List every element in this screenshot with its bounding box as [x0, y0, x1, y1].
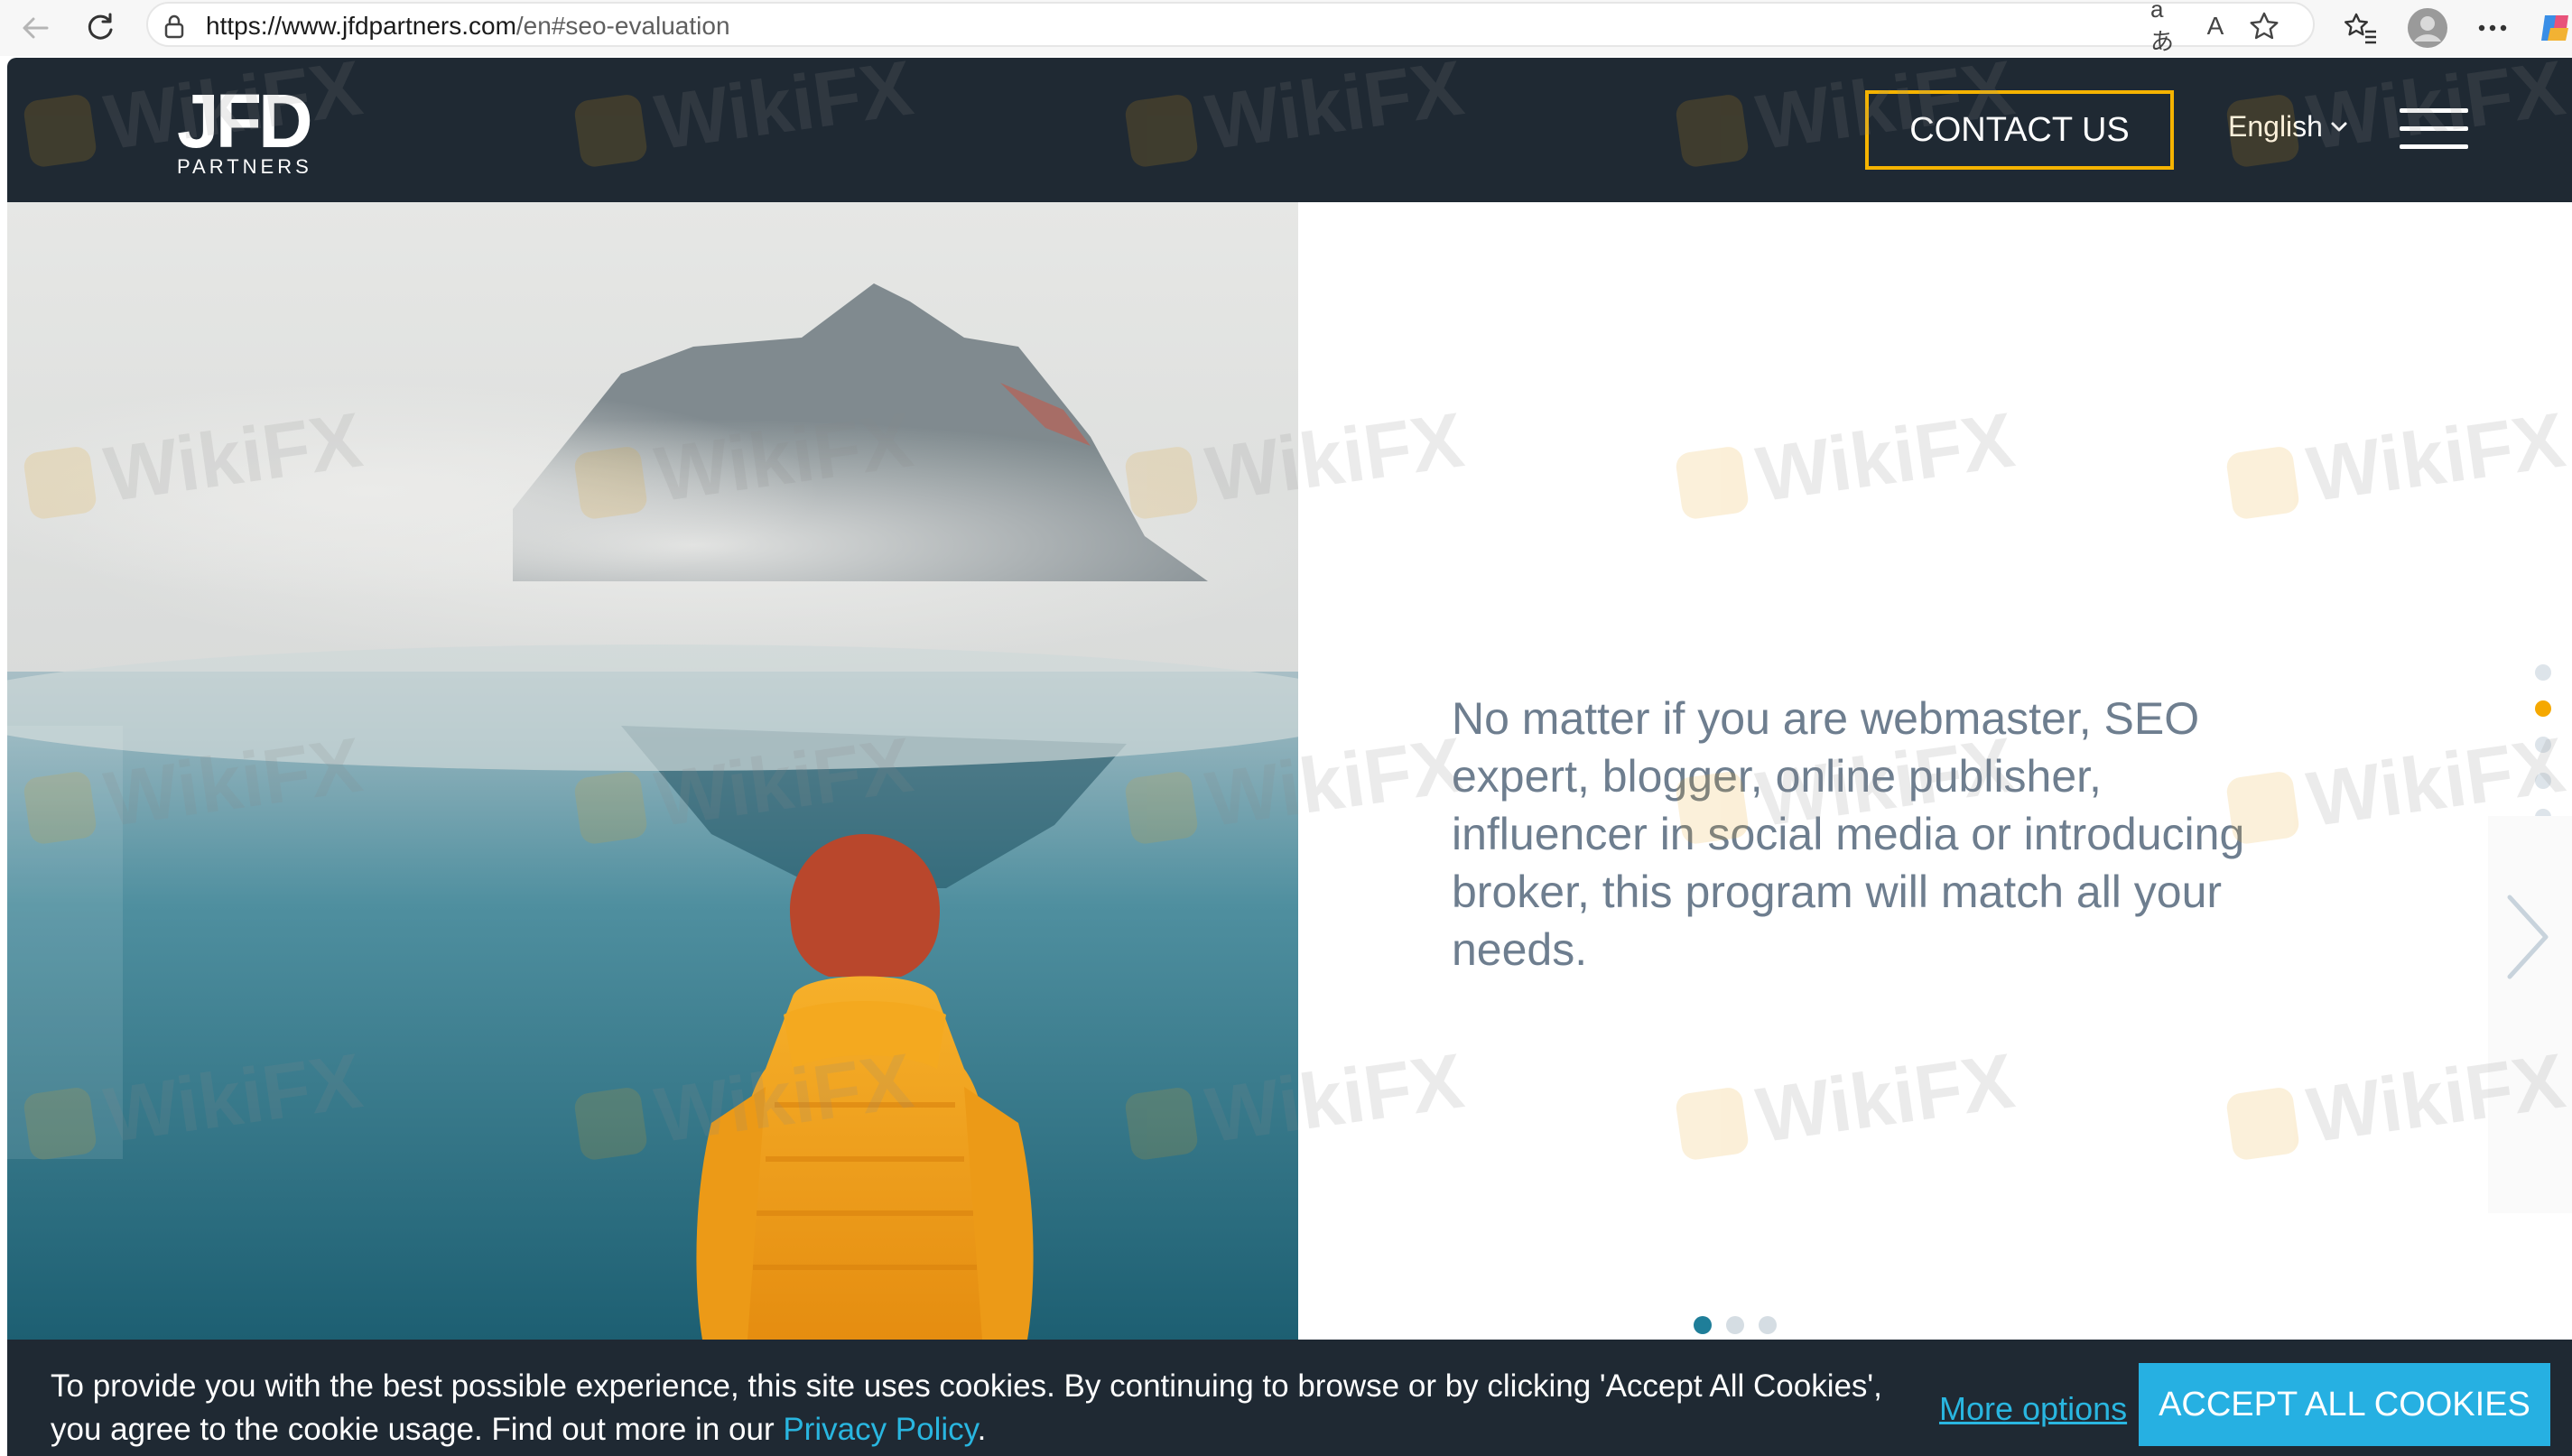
section-dot-active[interactable] — [2535, 700, 2551, 717]
profile-button[interactable] — [2405, 5, 2450, 51]
menu-line — [2400, 126, 2468, 131]
slide-dot[interactable] — [1759, 1316, 1777, 1334]
privacy-policy-link[interactable]: Privacy Policy — [783, 1412, 977, 1447]
favorites-list-icon — [2345, 13, 2376, 44]
hero-text-panel: No matter if you are webmaster, SEO expe… — [1298, 202, 2572, 1340]
copilot-button[interactable] — [2533, 5, 2572, 51]
hero-image — [7, 202, 1298, 1340]
address-bar[interactable]: https://www.jfdpartners.com/en#seo-evalu… — [146, 0, 2315, 55]
language-selector[interactable]: English — [2228, 110, 2348, 144]
copilot-icon — [2541, 15, 2568, 41]
lock-icon — [164, 14, 184, 39]
cookie-message: To provide you with the best possible ex… — [51, 1368, 1882, 1447]
chevron-down-icon — [2331, 122, 2347, 131]
menu-line — [2400, 108, 2468, 113]
accept-all-cookies-button[interactable]: ACCEPT ALL COOKIES — [2139, 1363, 2550, 1446]
logo-mark: JFD — [177, 79, 313, 163]
hero-description: No matter if you are webmaster, SEO expe… — [1452, 693, 2245, 975]
more-dots-icon — [2478, 24, 2507, 32]
prev-slide-area[interactable] — [7, 726, 123, 1159]
star-icon — [2250, 12, 2279, 40]
chevron-right-icon[interactable] — [2506, 892, 2551, 982]
url-text[interactable]: https://www.jfdpartners.com/en#seo-evalu… — [206, 12, 730, 41]
cookie-banner: To provide you with the best possible ex… — [7, 1340, 2572, 1456]
read-aloud-icon: A — [2206, 12, 2224, 40]
avatar-icon — [2408, 8, 2447, 48]
section-dot[interactable] — [2535, 664, 2551, 681]
section-dot[interactable] — [2535, 737, 2551, 753]
woman-by-lake-illustration — [7, 202, 1298, 1340]
logo-subtitle: PARTNERS — [177, 155, 312, 178]
language-label: English — [2228, 110, 2323, 143]
browser-toolbar: https://www.jfdpartners.com/en#seo-evalu… — [0, 0, 2572, 56]
reload-icon — [88, 13, 113, 40]
slide-dot-active[interactable] — [1694, 1316, 1712, 1334]
section-dot[interactable] — [2535, 773, 2551, 789]
slide-dot[interactable] — [1726, 1316, 1744, 1334]
translate-icon: aあ — [2150, 0, 2175, 55]
reload-button[interactable] — [78, 5, 123, 51]
favorites-button[interactable] — [2338, 5, 2383, 51]
contact-us-button[interactable]: CONTACT US — [1865, 90, 2174, 170]
back-arrow-icon — [23, 17, 49, 39]
slide-pagination — [1694, 1316, 1777, 1334]
menu-button[interactable] — [2400, 108, 2468, 152]
translate-button[interactable]: aあ — [2150, 0, 2183, 55]
favorite-button[interactable] — [2248, 10, 2280, 42]
website: JFD PARTNERS CONTACT US English No matte… — [7, 58, 2572, 1456]
read-aloud-button[interactable]: A — [2199, 10, 2232, 42]
back-button[interactable] — [13, 5, 58, 51]
next-slide-area[interactable] — [2488, 816, 2572, 1213]
site-header: JFD PARTNERS CONTACT US English — [7, 58, 2572, 202]
more-button[interactable] — [2470, 5, 2515, 51]
jfd-partners-logo[interactable]: JFD PARTNERS — [177, 79, 321, 193]
more-options-link[interactable]: More options — [1939, 1390, 2127, 1428]
menu-line — [2400, 144, 2468, 149]
